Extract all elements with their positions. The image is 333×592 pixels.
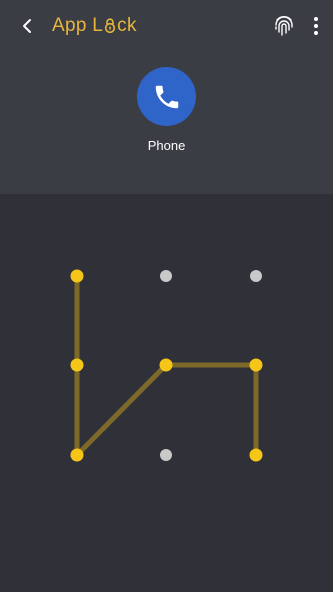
app-lock-screen: App L ck Phone (0, 0, 333, 592)
pattern-dot[interactable] (160, 270, 172, 282)
pattern-dot[interactable] (250, 270, 262, 282)
pattern-lock-area[interactable] (0, 194, 333, 592)
pattern-grid[interactable] (0, 194, 333, 592)
pattern-dot-selected[interactable] (70, 448, 84, 462)
more-vert-icon (314, 17, 318, 35)
pattern-dot[interactable] (160, 449, 172, 461)
page-title: App L ck (52, 12, 137, 40)
more-options-button[interactable] (306, 13, 326, 39)
title-text-start: App L (52, 15, 104, 36)
pattern-dot-selected[interactable] (70, 358, 84, 372)
pattern-dot-selected[interactable] (70, 269, 84, 283)
pattern-dot-selected[interactable] (249, 358, 263, 372)
pattern-segment (74, 362, 169, 458)
pattern-dot-selected[interactable] (159, 358, 173, 372)
fingerprint-button[interactable] (271, 13, 297, 39)
back-arrow-icon (23, 19, 31, 33)
lock-icon (105, 17, 116, 33)
header-section: App L ck Phone (0, 0, 333, 194)
fingerprint-icon (275, 16, 293, 36)
phone-app-icon (137, 67, 196, 126)
back-button[interactable] (14, 12, 40, 40)
title-text-end: ck (117, 15, 137, 36)
toolbar: App L ck (0, 0, 333, 52)
pattern-dot-selected[interactable] (249, 448, 263, 462)
phone-icon (155, 85, 178, 108)
app-name-label: Phone (147, 138, 186, 153)
